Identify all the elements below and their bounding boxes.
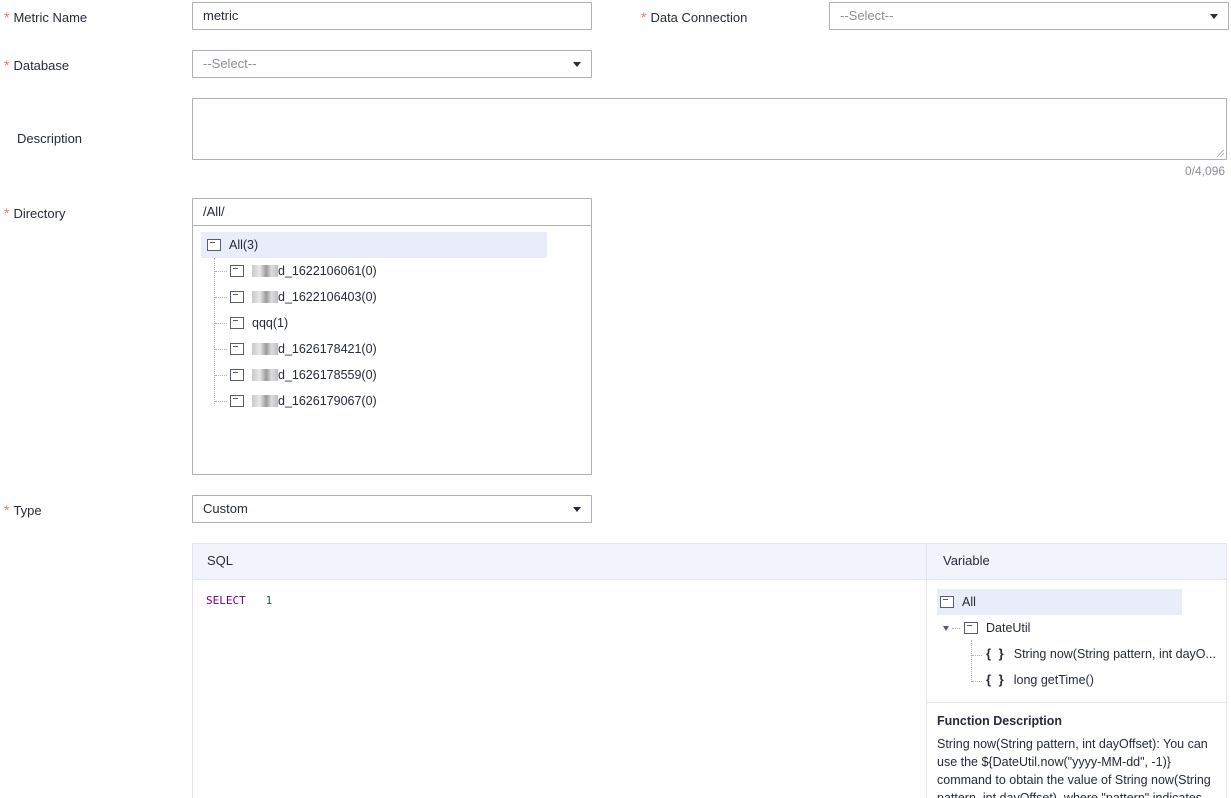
tree-item[interactable]: d_1626178559(0) xyxy=(230,362,377,388)
directory-label: * Directory xyxy=(4,205,66,221)
variable-function-item[interactable]: { } long getTime() xyxy=(986,667,1094,693)
tree-item[interactable]: d_1626179067(0) xyxy=(230,388,377,414)
variable-panel-header: Variable xyxy=(927,544,1226,580)
folder-icon xyxy=(230,395,244,407)
type-select[interactable]: Custom xyxy=(192,495,592,523)
sql-keyword: SELECT xyxy=(206,594,246,607)
data-connection-select[interactable]: --Select-- xyxy=(829,2,1229,30)
description-label: Description xyxy=(17,131,83,146)
folder-icon xyxy=(230,317,244,329)
folder-icon xyxy=(230,265,244,277)
variable-tree-root-all[interactable]: All xyxy=(937,589,1182,615)
variable-group-dateutil[interactable]: DateUtil xyxy=(964,615,1030,641)
function-braces-icon: { } xyxy=(986,646,1006,661)
function-description-text: String now(String pattern, int dayOffset… xyxy=(937,737,1211,798)
database-value: --Select-- xyxy=(203,56,257,71)
masked-text xyxy=(252,369,278,381)
variable-function-item[interactable]: { } String now(String pattern, int dayO..… xyxy=(986,641,1216,667)
metric-name-label: * Metric Name xyxy=(4,9,88,25)
database-label: * Database xyxy=(4,57,70,73)
masked-text xyxy=(252,265,278,277)
description-textarea[interactable] xyxy=(192,98,1227,160)
data-connection-label: * Data Connection xyxy=(641,9,748,25)
folder-icon xyxy=(230,291,244,303)
expand-caret-icon[interactable] xyxy=(943,626,949,631)
type-label: * Type xyxy=(4,502,42,518)
tree-root-all[interactable]: All(3) xyxy=(201,232,547,258)
data-connection-value: --Select-- xyxy=(840,8,894,23)
masked-text xyxy=(252,395,278,407)
sql-panel-header: SQL xyxy=(193,544,926,580)
chevron-down-icon xyxy=(1210,14,1218,19)
tree-item[interactable]: qqq(1) xyxy=(230,310,288,336)
metric-name-input[interactable]: metric xyxy=(192,2,592,30)
folder-icon xyxy=(964,622,978,634)
directory-tree: All(3) d_1622106061(0) d_1622106403(0) q… xyxy=(192,225,592,475)
tree-item[interactable]: d_1622106061(0) xyxy=(230,258,377,284)
masked-text xyxy=(252,291,278,303)
chevron-down-icon xyxy=(573,507,581,512)
chevron-down-icon xyxy=(573,62,581,67)
tree-item[interactable]: d_1626178421(0) xyxy=(230,336,377,362)
directory-path-input[interactable]: /All/ xyxy=(192,198,592,226)
folder-icon xyxy=(940,596,954,608)
sql-number: 1 xyxy=(265,594,273,607)
folder-icon xyxy=(230,369,244,381)
function-description-title: Function Description xyxy=(937,714,1062,728)
resize-handle[interactable] xyxy=(1217,150,1224,157)
database-select[interactable]: --Select-- xyxy=(192,50,592,78)
description-char-counter: 0/4,096 xyxy=(1185,164,1226,178)
folder-icon xyxy=(207,239,221,251)
function-braces-icon: { } xyxy=(986,672,1006,687)
type-value: Custom xyxy=(203,501,248,516)
masked-text xyxy=(252,343,278,355)
folder-icon xyxy=(230,343,244,355)
sql-editor[interactable]: SELECT 1 xyxy=(206,594,906,794)
tree-item[interactable]: d_1622106403(0) xyxy=(230,284,377,310)
